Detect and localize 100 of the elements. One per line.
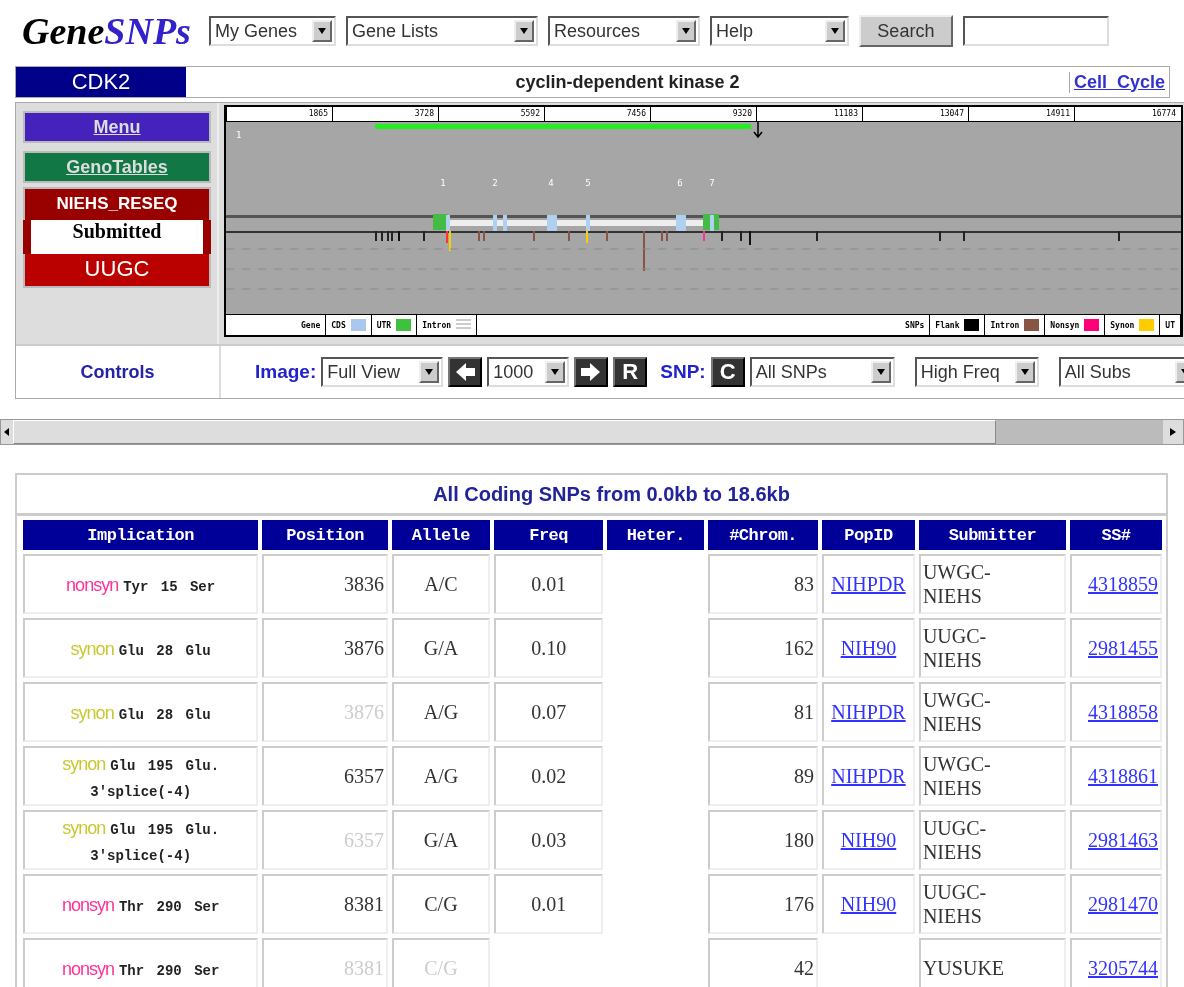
- table-cell: nonsyn Thr 290 Ser: [23, 874, 259, 934]
- table-title: All Coding SNPs from 0.0kb to 18.6kb: [433, 482, 790, 506]
- table-cell: 0.01: [493, 554, 604, 614]
- legend-label: UTR: [376, 320, 392, 330]
- table-cell: nonsyn Thr 290 Ser: [23, 938, 259, 987]
- ruler-label: 11183: [756, 107, 862, 121]
- legend-title: SNPs: [900, 315, 931, 335]
- legend-label: Nonsyn: [1050, 320, 1080, 330]
- dropdown[interactable]: High Freq: [914, 357, 1039, 387]
- legend-label: Intron: [422, 320, 452, 330]
- caret-icon: [513, 20, 534, 42]
- table-cell: A/G: [392, 746, 490, 806]
- table-cell: UUGC-NIEHS: [918, 618, 1067, 678]
- ruler-label: 7456: [544, 107, 650, 121]
- table-cell: 176: [708, 874, 818, 934]
- legend-label: Intron: [990, 320, 1020, 330]
- table-cell: YUSUKE: [918, 938, 1067, 987]
- legend-title: Gene: [296, 315, 327, 335]
- scroll-left-icon[interactable]: [1, 420, 13, 444]
- table-cell: synon Glu 28 Glu: [23, 682, 259, 742]
- legend-label: UT: [1165, 320, 1175, 330]
- ruler-label: 9320: [650, 107, 756, 121]
- table-cell: 6357: [262, 746, 389, 806]
- exon-number: 6: [677, 178, 683, 188]
- clear-button[interactable]: C: [710, 357, 745, 387]
- right-arrow-button[interactable]: [574, 357, 609, 387]
- table-cell: synon Glu 195 Glu. 3'splice(-4): [23, 746, 259, 806]
- column-header: Submitter: [918, 520, 1067, 550]
- left-arrow-icon: [454, 362, 477, 382]
- table-cell: 3876: [262, 618, 389, 678]
- column-header: #Chrom.: [708, 520, 818, 550]
- exon-number: 5: [585, 178, 591, 188]
- table-cell: 0.03: [493, 810, 604, 870]
- gene-name: cyclin-dependent kinase 2: [514, 71, 741, 93]
- column-header: SS#: [1070, 520, 1162, 550]
- reset-button[interactable]: R: [613, 357, 648, 387]
- table-cell: G/A: [392, 618, 490, 678]
- sidebar-item[interactable]: UUGC: [23, 254, 211, 288]
- ruler-label: 13047: [862, 107, 968, 121]
- table-cell: 83: [708, 554, 818, 614]
- table-cell: synon Glu 195 Glu. 3'splice(-4): [23, 810, 259, 870]
- site-logo[interactable]: GeneSNPs: [22, 9, 191, 53]
- caret-icon: [1014, 361, 1035, 383]
- caret-icon: [870, 361, 891, 383]
- gene-symbol: CDK2: [16, 67, 186, 97]
- search-field[interactable]: [962, 16, 1109, 46]
- dropdown[interactable]: Gene Lists: [345, 16, 538, 46]
- pathway-link[interactable]: Cell_Cycle: [1068, 71, 1169, 93]
- table-cell: 8381: [262, 874, 389, 934]
- table-cell: 0.10: [493, 618, 604, 678]
- table-cell: 180: [708, 810, 818, 870]
- table-cell: A/C: [392, 554, 490, 614]
- caret-icon: [419, 361, 440, 383]
- column-header: Implication: [23, 520, 259, 550]
- dropdown[interactable]: Full View: [321, 357, 444, 387]
- column-header: Freq: [493, 520, 604, 550]
- sidebar-item[interactable]: Menu: [23, 111, 211, 143]
- column-header: Allele: [392, 520, 490, 550]
- dropdown[interactable]: My Genes: [208, 16, 336, 46]
- caret-icon: [824, 20, 845, 42]
- table-cell: synon Glu 28 Glu: [23, 618, 259, 678]
- dropdown[interactable]: All Subs: [1058, 357, 1184, 387]
- exon-number: 4: [548, 178, 554, 188]
- ruler-label: 5592: [438, 107, 544, 121]
- snp-label: SNP:: [660, 361, 706, 383]
- table-cell: C/G: [392, 874, 490, 934]
- exon-number: 7: [709, 178, 715, 188]
- left-arrow-button[interactable]: [448, 357, 483, 387]
- table-cell: 0.07: [493, 682, 604, 742]
- search-button[interactable]: Search: [858, 15, 953, 47]
- ruler-label: 1865: [226, 107, 332, 121]
- scrollbar-thumb[interactable]: [13, 420, 996, 444]
- dropdown[interactable]: 1000: [487, 357, 570, 387]
- table-cell: 3836: [262, 554, 389, 614]
- dropdown[interactable]: All SNPs: [749, 357, 895, 387]
- table-cell: 81: [708, 682, 818, 742]
- scroll-right-icon[interactable]: [1163, 420, 1183, 444]
- column-header: PopID: [822, 520, 915, 550]
- track-number: 1: [236, 130, 242, 140]
- dropdown[interactable]: Resources: [547, 16, 700, 46]
- table-cell: 89: [708, 746, 818, 806]
- column-header: Heter.: [607, 520, 705, 550]
- image-label: Image:: [255, 361, 317, 383]
- horizontal-scrollbar[interactable]: [0, 419, 1184, 445]
- sidebar-item[interactable]: NIEHS_RESEQ: [23, 187, 211, 220]
- stripes-swatch: [456, 319, 472, 331]
- legend-label: CDS: [331, 320, 346, 330]
- sidebar-item[interactable]: Submitted: [23, 220, 211, 254]
- dropdown[interactable]: Help: [709, 16, 849, 46]
- exon-number: 2: [492, 178, 498, 188]
- caret-icon: [545, 361, 566, 383]
- legend-label: Synon: [1110, 320, 1135, 330]
- column-header: Position: [262, 520, 389, 550]
- caret-icon: [675, 20, 696, 42]
- table-cell: G/A: [392, 810, 490, 870]
- table-cell: UUGC-NIEHS: [918, 874, 1067, 934]
- table-cell: 162: [708, 618, 818, 678]
- sidebar-item[interactable]: GenoTables: [23, 151, 211, 183]
- table-cell: 42: [708, 938, 818, 987]
- table-cell: UWGC-NIEHS: [918, 746, 1067, 806]
